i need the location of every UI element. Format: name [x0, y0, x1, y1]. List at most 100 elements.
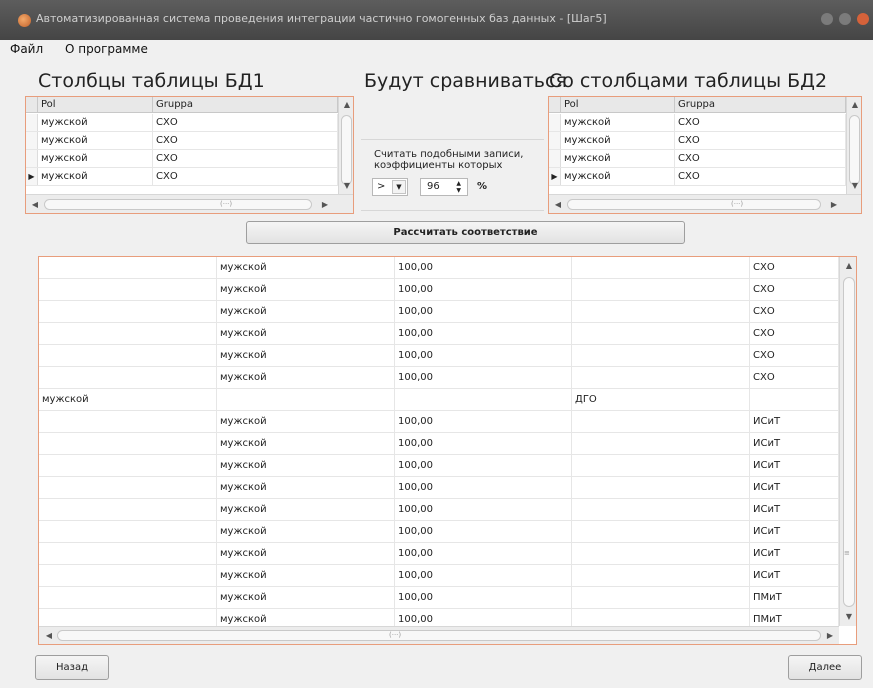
scroll-thumb[interactable]: [44, 199, 312, 210]
table-cell: 100,00: [395, 587, 572, 609]
table-row[interactable]: мужской 100,00 ИСиТ: [39, 543, 839, 565]
grip-icon: (···): [731, 200, 744, 208]
table-row[interactable]: мужской 100,00 СХО: [39, 345, 839, 367]
table-row[interactable]: мужской СХО: [26, 132, 338, 150]
table-cell: мужской: [217, 301, 395, 323]
table-row[interactable]: мужской 100,00 ИСиТ: [39, 499, 839, 521]
table-cell: ПМиТ: [750, 587, 839, 609]
scroll-right-icon[interactable]: ▶: [318, 198, 332, 212]
table-cell: [39, 323, 217, 345]
menu-about[interactable]: О программе: [65, 42, 148, 56]
table-cell: [572, 455, 750, 477]
results-table[interactable]: мужской 100,00 СХО мужской 100,00 СХО мужской 1…: [38, 256, 857, 645]
table-cell: мужской: [217, 543, 395, 565]
table-cell: [572, 411, 750, 433]
table-cell: мужской: [561, 114, 675, 132]
scroll-down-icon[interactable]: ▼: [340, 179, 353, 193]
scroll-right-icon[interactable]: ▶: [827, 198, 841, 212]
table-row[interactable]: мужской ДГО: [39, 389, 839, 411]
table-cell: 100,00: [395, 477, 572, 499]
table-row[interactable]: мужской СХО: [549, 150, 846, 168]
table-cell: СХО: [675, 132, 846, 150]
maximize-icon[interactable]: [839, 13, 851, 25]
scroll-up-icon[interactable]: ▲: [842, 259, 856, 273]
table-row[interactable]: мужской 100,00 ПМиТ: [39, 587, 839, 609]
horizontal-scrollbar[interactable]: ◀ (···) ▶: [26, 194, 353, 213]
scroll-up-icon[interactable]: ▲: [340, 98, 353, 112]
table-cell: [572, 565, 750, 587]
table-cell: 100,00: [395, 521, 572, 543]
table-cell: ИСиТ: [750, 521, 839, 543]
table-row[interactable]: мужской СХО: [549, 114, 846, 132]
row-indicator: [549, 114, 561, 131]
table-cell: СХО: [750, 323, 839, 345]
table-cell: мужской: [217, 477, 395, 499]
table-cell: 100,00: [395, 345, 572, 367]
table-row[interactable]: мужской СХО: [26, 114, 338, 132]
column-header[interactable]: Pol: [38, 97, 153, 113]
scroll-thumb[interactable]: [567, 199, 821, 210]
operator-select[interactable]: > ▼: [372, 178, 408, 196]
scroll-down-icon[interactable]: ▼: [842, 610, 856, 624]
scroll-up-icon[interactable]: ▲: [848, 98, 861, 112]
table-cell: СХО: [750, 257, 839, 279]
minimize-icon[interactable]: [821, 13, 833, 25]
menu-file[interactable]: Файл: [10, 42, 43, 56]
scroll-thumb[interactable]: [849, 115, 860, 185]
row-indicator: [26, 150, 38, 167]
table-row[interactable]: мужской 100,00 ИСиТ: [39, 455, 839, 477]
column-header[interactable]: Gruppa: [153, 97, 338, 113]
table-row[interactable]: мужской 100,00 СХО: [39, 323, 839, 345]
vertical-scrollbar[interactable]: ▲ ≡ ▼: [839, 257, 856, 626]
scroll-left-icon[interactable]: ◀: [28, 198, 42, 212]
table-row[interactable]: мужской 100,00 ИСиТ: [39, 433, 839, 455]
table-cell: мужской: [39, 389, 217, 411]
horizontal-scrollbar[interactable]: ◀ (···) ▶: [39, 626, 839, 644]
calculate-button[interactable]: Рассчитать соответствие: [246, 221, 685, 244]
column-header[interactable]: Gruppa: [675, 97, 846, 113]
back-button[interactable]: Назад: [35, 655, 109, 680]
table-row[interactable]: ▶ мужской СХО: [26, 168, 338, 186]
table-row[interactable]: мужской 100,00 ИСиТ: [39, 411, 839, 433]
scroll-down-icon[interactable]: ▼: [848, 179, 861, 193]
table-row[interactable]: мужской 100,00 СХО: [39, 257, 839, 279]
grip-icon: (···): [220, 200, 233, 208]
scroll-thumb[interactable]: [341, 115, 352, 185]
table-row[interactable]: мужской СХО: [26, 150, 338, 168]
vertical-scrollbar[interactable]: ▲ ▼: [846, 97, 861, 194]
vertical-scrollbar[interactable]: ▲ ▼: [338, 97, 353, 194]
header-indicator: [549, 97, 561, 113]
horizontal-scrollbar[interactable]: ◀ (···) ▶: [549, 194, 861, 213]
threshold-spinbox[interactable]: 96 ▲ ▼: [420, 178, 468, 196]
scroll-right-icon[interactable]: ▶: [823, 629, 837, 643]
table-row[interactable]: мужской СХО: [549, 132, 846, 150]
table-row[interactable]: мужской 100,00 ИСиТ: [39, 521, 839, 543]
table-cell: [572, 499, 750, 521]
scroll-left-icon[interactable]: ◀: [42, 629, 56, 643]
right-table[interactable]: Pol Gruppa мужской СХО мужской СХО мужск…: [548, 96, 862, 214]
compare-settings: Считать подобными записи, коэффициенты к…: [361, 139, 544, 211]
table-cell: 100,00: [395, 499, 572, 521]
spin-down-icon[interactable]: ▼: [456, 188, 461, 194]
close-icon[interactable]: [857, 13, 869, 25]
table-cell: СХО: [750, 345, 839, 367]
table-cell: ИСиТ: [750, 433, 839, 455]
scroll-thumb[interactable]: [843, 277, 855, 607]
left-table[interactable]: Pol Gruppa мужской СХО мужской СХО мужск…: [25, 96, 354, 214]
table-cell: [39, 543, 217, 565]
table-row[interactable]: мужской 100,00 ИСиТ: [39, 565, 839, 587]
table-row[interactable]: мужской 100,00 СХО: [39, 301, 839, 323]
table-row[interactable]: мужской 100,00 СХО: [39, 279, 839, 301]
current-row-icon: ▶: [26, 168, 38, 185]
scroll-thumb[interactable]: [57, 630, 821, 641]
chevron-down-icon[interactable]: ▼: [392, 180, 406, 194]
table-cell: 100,00: [395, 433, 572, 455]
scroll-left-icon[interactable]: ◀: [551, 198, 565, 212]
next-button[interactable]: Далее: [788, 655, 862, 680]
table-cell: [39, 587, 217, 609]
table-cell: мужской: [38, 114, 153, 132]
column-header[interactable]: Pol: [561, 97, 675, 113]
table-row[interactable]: мужской 100,00 СХО: [39, 367, 839, 389]
table-row[interactable]: мужской 100,00 ИСиТ: [39, 477, 839, 499]
table-row[interactable]: ▶ мужской СХО: [549, 168, 846, 186]
